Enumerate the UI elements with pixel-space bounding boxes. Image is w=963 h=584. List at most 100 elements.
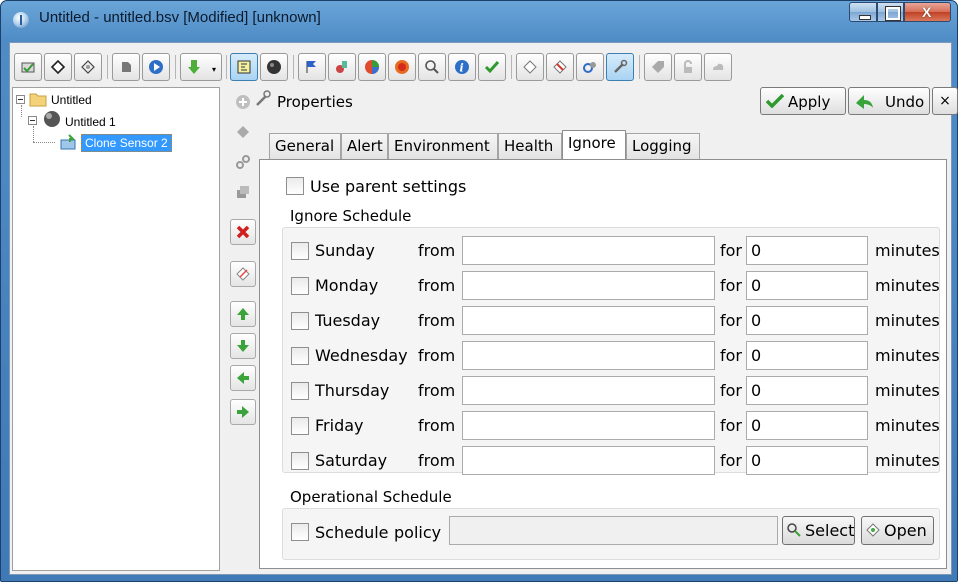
wrench-icon[interactable] xyxy=(606,53,634,81)
from-field[interactable] xyxy=(462,376,715,405)
use-parent-checkbox[interactable] xyxy=(286,177,304,195)
layout-icon[interactable] xyxy=(230,53,258,81)
tab-health[interactable]: Health xyxy=(498,133,562,159)
tab-alert[interactable]: Alert xyxy=(341,133,388,159)
schedule-row: Thursday from for 0 minutes xyxy=(283,376,941,406)
minutes-label: minutes xyxy=(875,346,940,365)
pie-chart-icon[interactable] xyxy=(358,53,386,81)
tools-icon[interactable] xyxy=(328,53,356,81)
minutes-label: minutes xyxy=(875,416,940,435)
minutes-label: minutes xyxy=(875,311,940,330)
expander-child[interactable] xyxy=(28,116,37,125)
apply-button[interactable]: Apply xyxy=(760,87,846,115)
monitor-icon[interactable] xyxy=(112,53,140,81)
calendar-icon[interactable] xyxy=(546,53,574,81)
alarm-icon[interactable] xyxy=(388,53,416,81)
play-icon[interactable] xyxy=(142,53,170,81)
from-field[interactable] xyxy=(462,306,715,335)
new-doc-icon[interactable] xyxy=(14,53,42,81)
main-toolbar: ▾ i xyxy=(10,43,951,85)
tag-icon[interactable] xyxy=(516,53,544,81)
day-checkbox[interactable] xyxy=(291,242,309,260)
tab-general[interactable]: General xyxy=(269,133,341,159)
close-panel-button[interactable]: × xyxy=(932,87,958,115)
add-icon[interactable] xyxy=(230,89,256,115)
minimize-button[interactable] xyxy=(849,2,877,22)
minutes-field[interactable]: 0 xyxy=(746,236,868,265)
minutes-field[interactable]: 0 xyxy=(746,306,868,335)
lock-icon[interactable] xyxy=(674,53,702,81)
download-icon[interactable]: ▾ xyxy=(180,53,222,81)
day-checkbox[interactable] xyxy=(291,417,309,435)
schedule-policy-checkbox[interactable] xyxy=(291,523,309,541)
from-label: from xyxy=(418,451,456,470)
minutes-field[interactable]: 0 xyxy=(746,376,868,405)
maximize-button[interactable] xyxy=(877,2,904,22)
open-tag-icon xyxy=(866,523,880,537)
tag2-icon[interactable] xyxy=(644,53,672,81)
open-label: Open xyxy=(884,521,927,540)
day-label: Monday xyxy=(315,276,379,295)
day-checkbox[interactable] xyxy=(291,347,309,365)
from-label: from xyxy=(418,241,456,260)
chain-icon[interactable] xyxy=(230,149,256,175)
select-button[interactable]: Select xyxy=(782,516,855,545)
day-checkbox[interactable] xyxy=(291,452,309,470)
globe-icon[interactable] xyxy=(260,53,288,81)
day-checkbox[interactable] xyxy=(291,382,309,400)
for-label: for xyxy=(720,276,742,295)
minutes-field[interactable]: 0 xyxy=(746,341,868,370)
tree-item-leaf[interactable]: Clone Sensor 2 xyxy=(81,134,172,152)
svg-text:i: i xyxy=(460,62,464,75)
from-field[interactable] xyxy=(462,271,715,300)
edit-icon[interactable] xyxy=(230,261,256,287)
move-left-icon[interactable] xyxy=(230,365,256,391)
tab-environment[interactable]: Environment xyxy=(388,133,498,159)
open-button[interactable]: Open xyxy=(861,516,934,545)
undo-button[interactable]: Undo xyxy=(848,87,930,115)
minutes-field[interactable]: 0 xyxy=(746,446,868,475)
from-label: from xyxy=(418,346,456,365)
move-right-icon[interactable] xyxy=(230,399,256,425)
minutes-label: minutes xyxy=(875,276,940,295)
expander-root[interactable] xyxy=(16,95,25,104)
title-bar[interactable]: Untitled - untitled.bsv [Modified] [unkn… xyxy=(1,1,957,37)
copy-icon[interactable] xyxy=(230,179,256,205)
apply-label: Apply xyxy=(788,93,831,111)
day-label: Saturday xyxy=(315,451,388,470)
move-up-icon[interactable] xyxy=(230,301,256,327)
link-icon[interactable] xyxy=(576,53,604,81)
delete-icon[interactable] xyxy=(230,219,256,245)
undo-arrow-icon xyxy=(856,95,873,109)
day-checkbox[interactable] xyxy=(291,312,309,330)
tab-logging[interactable]: Logging xyxy=(626,133,700,159)
minutes-field[interactable]: 0 xyxy=(746,271,868,300)
main-window: Untitled - untitled.bsv [Modified] [unkn… xyxy=(0,0,958,582)
tree-item-child[interactable]: Untitled 1 xyxy=(65,115,116,129)
tree-view[interactable]: Untitled Untitled 1 Clone Sensor 2 xyxy=(12,87,220,571)
flag-icon[interactable] xyxy=(298,53,326,81)
from-field[interactable] xyxy=(462,446,715,475)
from-field[interactable] xyxy=(462,236,715,265)
minutes-field[interactable]: 0 xyxy=(746,411,868,440)
search-icon[interactable] xyxy=(418,53,446,81)
day-checkbox[interactable] xyxy=(291,277,309,295)
from-field[interactable] xyxy=(462,411,715,440)
schedule-label: Schedule xyxy=(315,523,389,542)
close-window-button[interactable] xyxy=(904,2,951,22)
move-down-icon[interactable] xyxy=(230,333,256,359)
save-icon[interactable] xyxy=(74,53,102,81)
tab-ignore[interactable]: Ignore xyxy=(562,130,626,160)
for-label: for xyxy=(720,381,742,400)
select-icon xyxy=(787,523,801,537)
policy-field[interactable] xyxy=(449,516,778,545)
minutes-label: minutes xyxy=(875,241,940,260)
from-field[interactable] xyxy=(462,341,715,370)
minutes-label: minutes xyxy=(875,381,940,400)
info-icon[interactable]: i xyxy=(448,53,476,81)
cloud-icon[interactable] xyxy=(704,53,732,81)
tree-item-root[interactable]: Untitled xyxy=(51,93,92,107)
check-icon[interactable] xyxy=(478,53,506,81)
open-icon[interactable] xyxy=(44,53,72,81)
tag-grey-icon[interactable] xyxy=(230,119,256,145)
